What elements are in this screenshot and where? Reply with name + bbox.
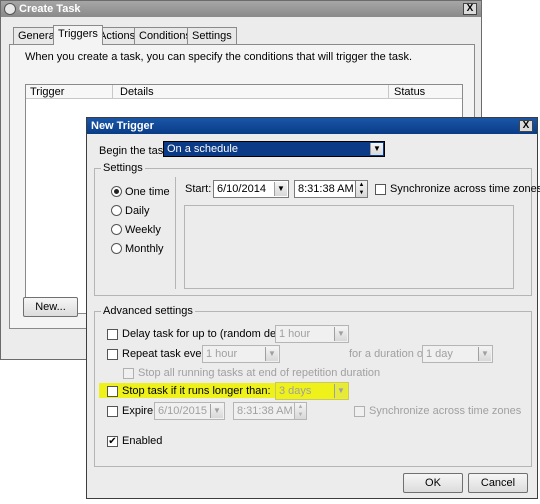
radio-monthly-label: Monthly bbox=[125, 243, 164, 255]
advanced-settings-label: Advanced settings bbox=[101, 305, 195, 317]
create-task-title: Create Task bbox=[19, 3, 81, 15]
create-task-titlebar[interactable]: Create Task X bbox=[1, 1, 481, 17]
chevron-down-icon[interactable]: ▼ bbox=[334, 384, 347, 398]
tab-triggers[interactable]: Triggers bbox=[53, 25, 103, 45]
start-time-field[interactable]: 8:31:38 AM bbox=[294, 180, 356, 198]
stop-running-tasks-checkbox[interactable] bbox=[123, 368, 134, 379]
repeat-task-checkbox[interactable] bbox=[107, 349, 118, 360]
radio-weekly[interactable] bbox=[111, 224, 122, 235]
radio-monthly[interactable] bbox=[111, 243, 122, 254]
start-time-value: 8:31:38 AM bbox=[298, 183, 354, 195]
radio-daily[interactable] bbox=[111, 205, 122, 216]
stop-if-longer-label: Stop task if it runs longer than: bbox=[122, 385, 271, 397]
task-scheduler-icon bbox=[4, 3, 16, 15]
radio-one-time-label: One time bbox=[125, 186, 170, 198]
chevron-down-icon[interactable]: ▼ bbox=[478, 347, 491, 361]
column-divider bbox=[112, 85, 113, 99]
expire-checkbox[interactable] bbox=[107, 406, 118, 417]
cancel-button[interactable]: Cancel bbox=[468, 473, 528, 493]
close-button[interactable]: X bbox=[463, 3, 477, 15]
begin-task-label: Begin the task: bbox=[99, 145, 172, 157]
stop-if-longer-dropdown[interactable]: 3 days ▼ bbox=[275, 382, 349, 400]
expire-date-value: 6/10/2015 bbox=[158, 405, 207, 417]
expire-sync-checkbox[interactable] bbox=[354, 406, 365, 417]
chevron-down-icon[interactable]: ▼ bbox=[265, 347, 278, 361]
sync-time-zones-label: Synchronize across time zones bbox=[390, 183, 540, 195]
duration-dropdown[interactable]: 1 day ▼ bbox=[422, 345, 493, 363]
repeat-value: 1 hour bbox=[206, 348, 238, 360]
radio-weekly-label: Weekly bbox=[125, 224, 161, 236]
chevron-down-icon[interactable]: ▼ bbox=[334, 327, 347, 341]
chevron-down-icon[interactable]: ▼ bbox=[274, 182, 287, 196]
duration-label: for a duration of: bbox=[349, 348, 430, 360]
radio-daily-label: Daily bbox=[125, 205, 150, 217]
begin-task-dropdown[interactable]: On a schedule ▼ bbox=[163, 141, 385, 157]
new-trigger-title: New Trigger bbox=[91, 120, 154, 132]
column-details[interactable]: Details bbox=[120, 86, 154, 98]
column-divider bbox=[388, 85, 389, 99]
expire-sync-label: Synchronize across time zones bbox=[369, 405, 522, 417]
stop-running-tasks-label: Stop all running tasks at end of repetit… bbox=[138, 367, 381, 379]
delay-value: 1 hour bbox=[279, 328, 311, 340]
triggers-description: When you create a task, you can specify … bbox=[25, 51, 413, 63]
column-trigger[interactable]: Trigger bbox=[30, 86, 64, 98]
chevron-down-icon[interactable]: ▼ bbox=[370, 143, 383, 155]
begin-task-value: On a schedule bbox=[167, 143, 238, 155]
expire-date-picker[interactable]: 6/10/2015 ▼ bbox=[154, 402, 225, 420]
new-trigger-dialog: New Trigger X Begin the task: On a sched… bbox=[86, 117, 540, 499]
close-button[interactable]: X bbox=[519, 120, 533, 132]
start-label: Start: bbox=[185, 183, 212, 195]
tab-settings[interactable]: Settings bbox=[187, 27, 237, 44]
delay-task-checkbox[interactable] bbox=[107, 329, 118, 340]
ok-button[interactable]: OK bbox=[403, 473, 463, 493]
list-header: Trigger Details Status bbox=[26, 85, 462, 99]
settings-group: Settings One time Daily Weekly Monthly S… bbox=[94, 162, 540, 296]
start-date-value: 6/10/2014 bbox=[217, 183, 266, 195]
settings-group-label: Settings bbox=[101, 162, 145, 174]
sync-time-zones-checkbox[interactable] bbox=[375, 184, 386, 195]
expire-time-spinner[interactable]: ▲ ▼ bbox=[294, 402, 307, 420]
new-trigger-button[interactable]: New... bbox=[23, 297, 78, 317]
stop-if-longer-value: 3 days bbox=[279, 385, 312, 397]
vertical-divider bbox=[175, 177, 176, 289]
repeat-dropdown[interactable]: 1 hour ▼ bbox=[202, 345, 280, 363]
delay-dropdown[interactable]: 1 hour ▼ bbox=[275, 325, 349, 343]
expire-label: Expire: bbox=[122, 405, 157, 417]
duration-value: 1 day bbox=[426, 348, 453, 360]
delay-task-label: Delay task for up to (random delay): bbox=[122, 328, 297, 340]
repeat-task-label: Repeat task every: bbox=[122, 348, 214, 360]
expire-time-field[interactable]: 8:31:38 AM bbox=[233, 402, 295, 420]
stop-if-longer-checkbox[interactable] bbox=[107, 386, 118, 397]
enabled-label: Enabled bbox=[122, 435, 163, 447]
start-time-spinner[interactable]: ▲ ▼ bbox=[355, 180, 368, 198]
start-date-picker[interactable]: 6/10/2014 ▼ bbox=[213, 180, 289, 198]
expire-time-value: 8:31:38 AM bbox=[237, 405, 293, 417]
radio-one-time[interactable] bbox=[111, 186, 122, 197]
column-status[interactable]: Status bbox=[394, 86, 425, 98]
enabled-checkbox[interactable]: ✔ bbox=[107, 436, 118, 447]
advanced-settings-group: Advanced settings Delay task for up to (… bbox=[94, 305, 532, 467]
new-trigger-titlebar[interactable]: New Trigger X bbox=[87, 118, 537, 134]
chevron-down-icon[interactable]: ▼ bbox=[210, 404, 223, 418]
schedule-details-area bbox=[184, 205, 514, 289]
